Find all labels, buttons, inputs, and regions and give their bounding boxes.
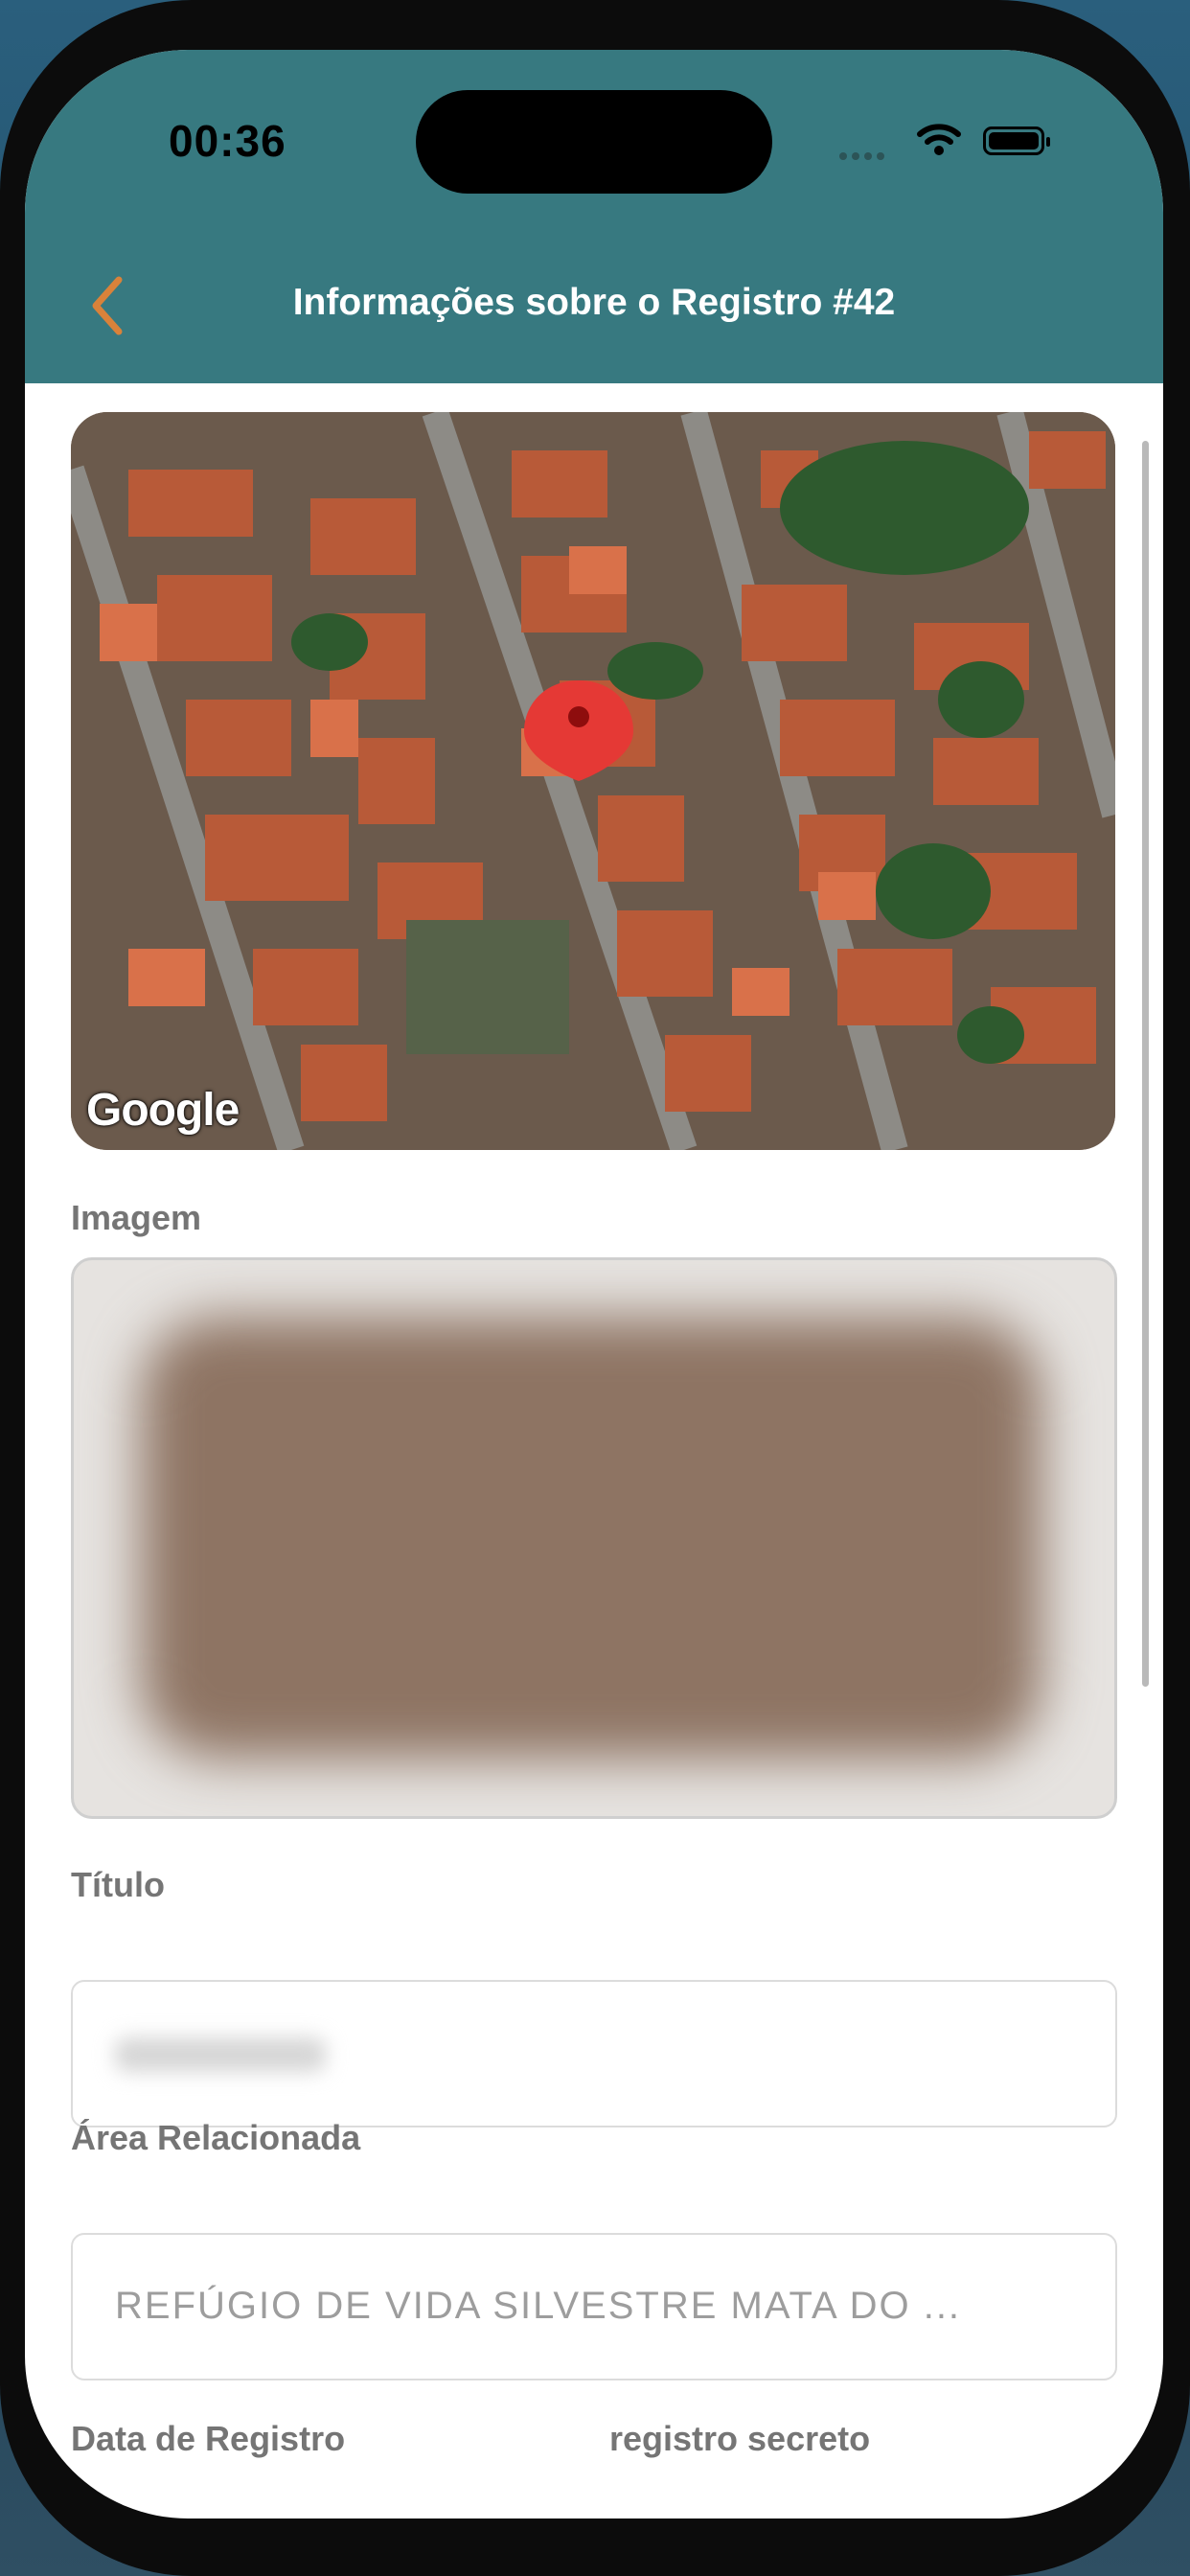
scrollbar[interactable] xyxy=(1142,441,1149,1687)
record-image[interactable] xyxy=(71,1257,1117,1819)
app-header: 00:36 Informações sobre o Registro #42 xyxy=(25,50,1163,383)
date-label: Data de Registro xyxy=(71,2419,346,2458)
page-title: Informações sobre o Registro #42 xyxy=(292,282,896,323)
image-label: Imagem xyxy=(71,1198,202,1237)
title-value-blurred xyxy=(115,2037,326,2072)
app-screen: 00:36 Informações sobre o Registro #42 G… xyxy=(25,50,1163,2518)
status-time: 00:36 xyxy=(169,116,286,166)
signal-icon xyxy=(839,148,889,165)
area-label: Área Relacionada xyxy=(71,2118,361,2157)
wifi-icon xyxy=(917,124,961,155)
area-value: REFÚGIO DE VIDA SILVESTRE MATA DO ... xyxy=(115,2285,962,2327)
title-field[interactable] xyxy=(71,1980,1117,2128)
blurred-photo xyxy=(141,1318,1041,1759)
secret-label: registro secreto xyxy=(609,2419,871,2458)
area-field[interactable]: REFÚGIO DE VIDA SILVESTRE MATA DO ... xyxy=(71,2233,1117,2380)
satellite-map[interactable]: Google xyxy=(71,412,1115,1150)
battery-icon xyxy=(983,126,1050,155)
title-label: Título xyxy=(71,1865,165,1904)
dynamic-island xyxy=(416,90,772,194)
record-details: Google Imagem Título Área Relacionada RE… xyxy=(25,383,1163,2518)
google-attribution: Google xyxy=(86,1085,240,1136)
